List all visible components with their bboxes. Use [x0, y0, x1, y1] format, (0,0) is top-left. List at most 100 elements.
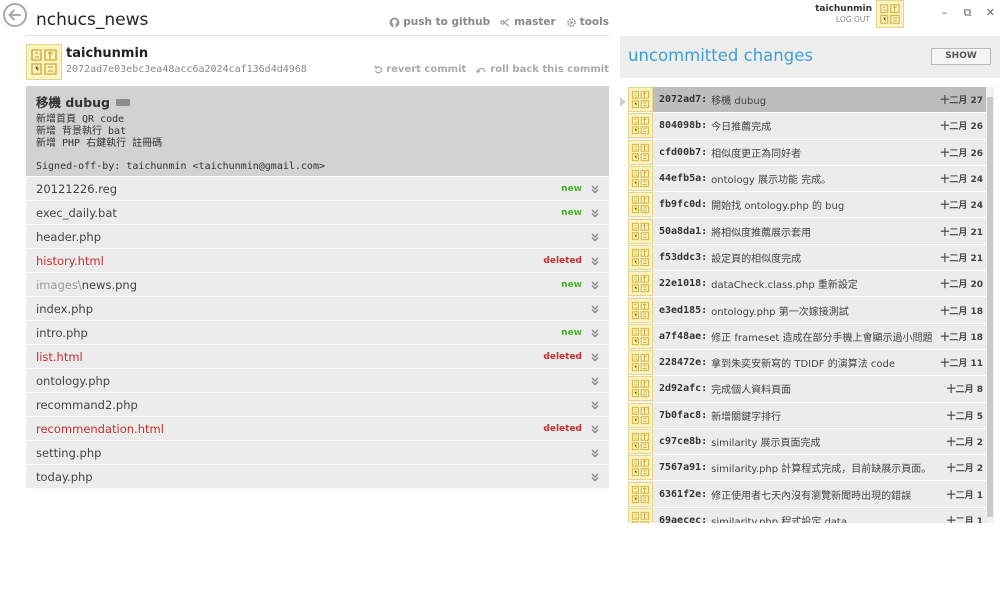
expand-chevron-icon[interactable]	[590, 208, 600, 218]
file-row[interactable]: images\news.png new	[26, 273, 609, 297]
avatar-seal-icon	[629, 456, 652, 479]
expand-chevron-icon[interactable]	[590, 256, 600, 266]
file-row[interactable]: 20121226.reg new	[26, 177, 609, 201]
commit-avatar	[628, 271, 653, 297]
commit-sha: c97ce8b:	[659, 436, 708, 447]
file-name: exec_daily.bat	[36, 205, 117, 220]
repo-title: nchucs_news	[36, 10, 149, 30]
commit-actions: revert commit roll back this commit	[374, 64, 609, 75]
commit-row[interactable]: 804098b: 今日推薦完成 十二月 26	[628, 113, 986, 140]
user-name: taichunmin	[815, 4, 872, 14]
commit-date: 十二月 1	[946, 516, 983, 523]
expand-chevron-icon[interactable]	[590, 184, 600, 194]
show-button[interactable]: SHOW	[931, 48, 991, 65]
commit-avatar	[628, 481, 653, 507]
commit-row[interactable]: 228472e: 拿到朱奕安新寫的 TDIDF 的演算法 code 十二月 11	[628, 349, 986, 377]
file-row[interactable]: ontology.php	[26, 369, 609, 393]
commit-row[interactable]: 69aecec: similarity.php 程式設定 data 十二月 1	[628, 507, 986, 523]
commit-avatar	[628, 323, 653, 349]
expand-chevron-icon[interactable]	[590, 232, 600, 242]
file-name: ontology.php	[36, 373, 111, 388]
file-status-badge: new	[561, 279, 582, 290]
expand-chevron-icon[interactable]	[590, 352, 600, 362]
uncommitted-changes-label: uncommitted changes	[628, 46, 813, 65]
commit-row[interactable]: 44efb5a: ontology 展示功能 完成。 十二月 24	[628, 165, 986, 193]
tools-button[interactable]: tools	[566, 16, 609, 28]
commit-sha: 228472e:	[659, 357, 708, 369]
file-name: 20121226.reg	[36, 181, 118, 196]
logout-link[interactable]: LOG OUT	[836, 15, 870, 24]
more-icon[interactable]	[116, 99, 130, 106]
avatar-seal-icon	[28, 46, 60, 78]
commit-row[interactable]: 2072ad7: 移機 dubug 十二月 27	[628, 87, 986, 114]
rollback-commit-button[interactable]: roll back this commit	[476, 64, 609, 75]
expand-chevron-icon[interactable]	[590, 376, 600, 386]
file-row[interactable]: exec_daily.bat new	[26, 201, 609, 225]
commit-row[interactable]: f53ddc3: 設定頁的相似度完成 十二月 21	[628, 244, 986, 272]
commit-row[interactable]: 6361f2e: 修正使用者七天內沒有瀏覽新聞時出現的錯誤 十二月 1	[628, 481, 986, 508]
scrollbar-thumb[interactable]	[987, 97, 993, 517]
expand-chevron-icon[interactable]	[590, 400, 600, 410]
commit-date: 十二月 2	[946, 438, 983, 448]
commit-date: 十二月 24	[940, 201, 983, 212]
file-name: recommand2.php	[36, 397, 138, 412]
commit-sha: 2072ad7e03ebc3ea48acc6a2024caf136d4d4968	[66, 64, 307, 75]
file-row[interactable]: recommand2.php	[26, 393, 609, 417]
commit-row[interactable]: 7567a91: similarity.php 計算程式完成，目前缺展示頁面。 十二…	[628, 455, 986, 482]
repo-toolbar: push to github master tools	[389, 16, 609, 28]
revert-commit-button[interactable]: revert commit	[374, 64, 466, 75]
file-row[interactable]: today.php	[26, 465, 609, 489]
commit-sha: fb9fc0d:	[659, 199, 708, 211]
commit-message: 新增關鍵字排行	[711, 411, 782, 423]
expand-chevron-icon[interactable]	[590, 448, 600, 458]
restore-icon[interactable]: ⧉	[962, 6, 973, 20]
history-panel: taichunmin LOG OUT – ⧉ ✕ uncommitted cha…	[620, 0, 1000, 600]
file-row[interactable]: header.php	[26, 225, 609, 249]
expand-chevron-icon[interactable]	[590, 304, 600, 314]
commit-row[interactable]: fb9fc0d: 開始找 ontology.php 的 bug 十二月 24	[628, 192, 986, 219]
commit-message: 完成個人資料頁面	[711, 385, 792, 397]
commit-row[interactable]: c97ce8b: similarity 展示頁面完成 十二月 2	[628, 428, 986, 456]
back-arrow-icon[interactable]	[2, 2, 28, 28]
file-row[interactable]: list.html deleted	[26, 345, 609, 369]
avatar-seal-icon	[629, 325, 652, 348]
file-status-badge: new	[561, 327, 582, 338]
commit-row[interactable]: 7b0fac8: 新增關鍵字排行 十二月 5	[628, 402, 986, 429]
commit-date: 十二月 21	[940, 253, 983, 264]
avatar-seal-icon	[629, 220, 652, 242]
file-row[interactable]: intro.php new	[26, 321, 609, 345]
file-row[interactable]: recommendation.html deleted	[26, 417, 609, 441]
commit-date: 十二月 18	[940, 332, 983, 343]
minimize-icon[interactable]: –	[939, 6, 950, 20]
commit-row[interactable]: 22e1018: dataCheck.class.php 重新設定 十二月 20	[628, 271, 986, 298]
file-status-badge: deleted	[543, 255, 582, 266]
close-icon[interactable]: ✕	[985, 6, 996, 20]
file-row[interactable]: setting.php	[26, 441, 609, 465]
commit-message: 拿到朱奕安新寫的 TDIDF 的演算法 code	[711, 359, 896, 371]
expand-chevron-icon[interactable]	[590, 328, 600, 338]
commit-row[interactable]: a7f48ae: 修正 frameset 造成在部分手機上會顯示過小問題 十二月 1…	[628, 323, 986, 350]
commit-sha: 7b0fac8:	[659, 409, 708, 421]
commit-message: 相似度更正為同好者	[711, 148, 802, 160]
commit-list-scrollbar[interactable]	[986, 87, 994, 523]
expand-chevron-icon[interactable]	[590, 424, 600, 434]
push-to-github-button[interactable]: push to github	[389, 16, 490, 28]
commit-row[interactable]: 2d92afc: 完成個人資料頁面 十二月 8	[628, 376, 986, 403]
file-status-badge: new	[561, 183, 582, 194]
branch-button[interactable]: master	[500, 16, 556, 28]
expand-chevron-icon[interactable]	[590, 280, 600, 290]
file-row[interactable]: history.html deleted	[26, 249, 609, 273]
avatar-seal-icon	[629, 299, 652, 321]
commit-row[interactable]: 50a8da1: 將相似度推薦展示套用 十二月 21	[628, 218, 986, 245]
commit-row[interactable]: e3ed185: ontology.php 第一次嫁接測試 十二月 18	[628, 297, 986, 324]
commit-avatar	[628, 113, 653, 139]
commit-avatar	[628, 192, 653, 218]
author-avatar	[26, 44, 62, 80]
commit-row[interactable]: cfd00b7: 相似度更正為同好者 十二月 26	[628, 139, 986, 166]
file-row[interactable]: index.php	[26, 297, 609, 321]
commit-message: similarity.php 程式設定 data	[711, 516, 847, 523]
avatar-seal-icon	[629, 483, 652, 505]
changed-files-list: 20121226.reg new exec_daily.bat new head…	[26, 177, 609, 489]
expand-chevron-icon[interactable]	[590, 472, 600, 482]
commit-sha: a7f48ae:	[659, 330, 708, 342]
